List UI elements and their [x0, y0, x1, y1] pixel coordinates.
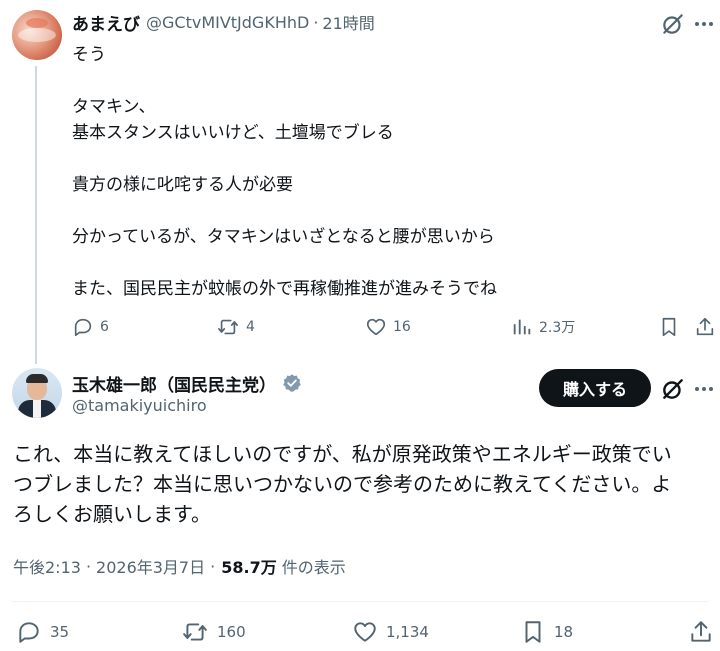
repost-count: 160 — [217, 623, 246, 641]
tweet-text: これ、本当に教えてほしいのですが、私が原発政策やエネルギー政策でい つブレました… — [13, 439, 713, 529]
reply-header: あまえび @GCtvMIVtJdGKHhD · 21時間 — [72, 10, 375, 35]
separator: · — [313, 12, 319, 32]
repost-button[interactable]: 160 — [181, 618, 246, 646]
reply-button[interactable]: 6 — [72, 314, 109, 340]
text-line: タマキン、 — [72, 97, 156, 117]
bookmark-count: 18 — [554, 623, 574, 641]
bookmark-button[interactable] — [658, 314, 680, 340]
tweet-meta: 午後2:13 · 2026年3月7日 · 58.7万 件の表示 — [13, 554, 346, 578]
text-line: 貴方の様に叱咤する人が必要 — [72, 175, 293, 195]
like-button[interactable]: 16 — [365, 314, 411, 340]
bookmark-button[interactable]: 18 — [520, 618, 573, 646]
reply-action-bar: 6 4 16 2.3万 — [72, 314, 720, 340]
share-button[interactable] — [688, 618, 714, 646]
views-count: 58.7万 — [221, 558, 277, 577]
text-line: そう — [72, 45, 106, 65]
reply-tweet[interactable]: あまえび @GCtvMIVtJdGKHhD · 21時間 そう タマキン、 基本… — [0, 0, 720, 364]
verified-badge-icon[interactable] — [282, 373, 302, 393]
like-count: 16 — [393, 319, 411, 335]
reply-count: 6 — [100, 319, 109, 335]
main-action-bar: 35 160 1,134 18 — [16, 618, 720, 646]
text-line: また、国民民主が蚊帳の外で再稼働推進が進みそうでね — [72, 279, 497, 299]
avatar[interactable] — [12, 368, 62, 418]
analytics-icon — [513, 319, 531, 335]
repost-count: 4 — [246, 319, 255, 335]
buy-button[interactable]: 購入する — [539, 369, 651, 407]
reply-text: そう タマキン、 基本スタンスはいいけど、土壇場でブレる 貴方の様に叱咤する人が… — [72, 42, 702, 302]
repost-button[interactable]: 4 — [216, 314, 255, 340]
display-name[interactable]: あまえび — [72, 10, 140, 35]
reply-count: 35 — [50, 623, 70, 641]
separator: · — [210, 556, 216, 576]
views-count: 2.3万 — [539, 320, 576, 336]
avatar[interactable] — [12, 10, 62, 60]
share-icon — [696, 317, 714, 336]
thread-connector-line — [35, 66, 37, 364]
grok-icon[interactable] — [660, 11, 686, 37]
user-handle[interactable]: @tamakiyuichiro — [72, 396, 207, 415]
text-line: 基本スタンスはいいけど、土壇場でブレる — [72, 123, 394, 143]
user-handle[interactable]: @GCtvMIVtJdGKHhD — [146, 13, 309, 32]
bookmark-icon — [525, 621, 541, 643]
more-icon[interactable] — [692, 11, 716, 37]
author-name-row: 玉木雄一郎（国民民主党） — [72, 371, 302, 396]
bookmark-icon — [662, 317, 676, 337]
share-icon — [691, 621, 711, 642]
share-button[interactable] — [694, 314, 716, 340]
repost-icon — [183, 623, 207, 641]
display-name[interactable]: 玉木雄一郎（国民民主党） — [72, 371, 276, 396]
more-icon[interactable] — [692, 376, 716, 402]
reply-icon — [74, 318, 92, 337]
text-line: つブレました？本当に思いつかないので参考のために教えてください。よ — [13, 472, 672, 496]
post-time[interactable]: 午後2:13 — [13, 554, 81, 578]
like-count: 1,134 — [386, 623, 429, 641]
separator: · — [85, 556, 92, 576]
heart-icon — [354, 622, 376, 642]
heart-icon — [366, 318, 386, 336]
text-line: 分かっているが、タマキンはいざとなると腰が思いから — [72, 227, 495, 247]
views-button[interactable]: 2.3万 — [511, 314, 575, 340]
reply-button[interactable]: 35 — [16, 618, 69, 646]
divider — [12, 601, 708, 602]
text-line: これ、本当に教えてほしいのですが、私が原発政策やエネルギー政策でい — [13, 442, 672, 466]
post-date[interactable]: 2026年3月7日 — [96, 554, 205, 578]
like-button[interactable]: 1,134 — [352, 618, 429, 646]
text-line: ろしくお願いします。 — [13, 502, 211, 526]
timestamp[interactable]: 21時間 — [322, 10, 374, 34]
grok-icon[interactable] — [660, 376, 686, 402]
views-label: 件の表示 — [281, 558, 346, 577]
repost-icon — [218, 319, 238, 335]
reply-icon — [19, 622, 39, 643]
